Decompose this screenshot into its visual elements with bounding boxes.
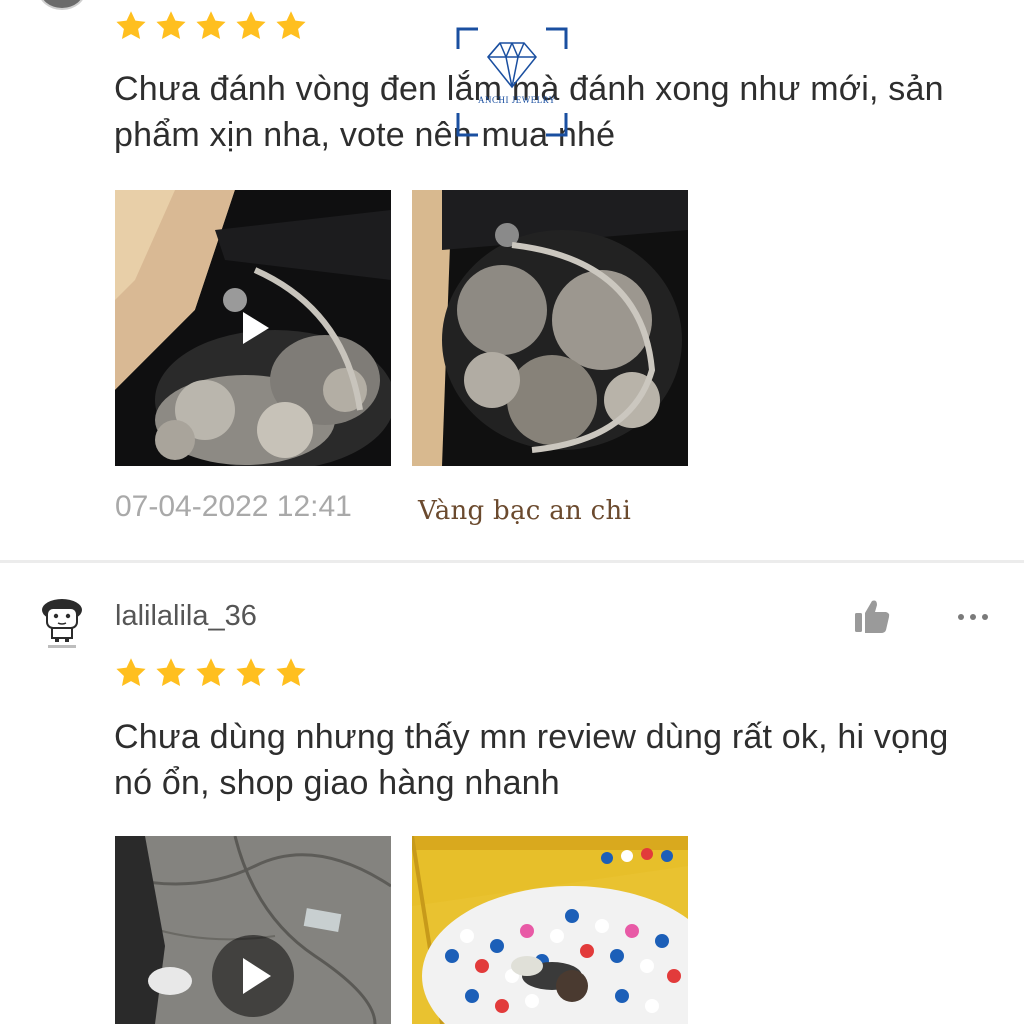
play-icon[interactable]: [211, 934, 295, 1018]
cartoon-avatar-icon: [42, 599, 82, 648]
thumbs-up-icon: [855, 600, 890, 633]
review-image: [412, 190, 688, 466]
review-image-thumbnail[interactable]: [412, 836, 688, 1024]
review-text-line: Chưa dùng nhưng thấy mn review dùng rất …: [114, 718, 949, 756]
reviewer-avatar[interactable]: [38, 0, 86, 10]
reviewer-username[interactable]: lalilalila_36: [115, 600, 257, 633]
star-rating: [114, 656, 308, 690]
more-options-button[interactable]: [955, 604, 991, 630]
star-icon: [196, 11, 226, 40]
star-icon: [116, 658, 146, 687]
star-icon: [156, 11, 186, 40]
star-icon: [236, 658, 266, 687]
like-button[interactable]: [852, 597, 892, 635]
review-video-thumbnail[interactable]: [115, 190, 391, 466]
review-video-thumbnail[interactable]: [115, 836, 391, 1024]
reviewer-avatar[interactable]: [38, 596, 88, 652]
play-icon[interactable]: [233, 308, 273, 348]
review-image: [412, 836, 688, 1024]
star-icon: [276, 11, 306, 40]
star-icon: [236, 11, 266, 40]
star-icon: [196, 658, 226, 687]
diamond-logo-icon: [456, 27, 568, 137]
review-text: Chưa dùng nhưng thấy mn review dùng rất …: [114, 714, 994, 806]
review-timestamp: 07-04-2022 12:41: [115, 490, 352, 523]
star-icon: [116, 11, 146, 40]
brand-logo-watermark: ANCHI JEWELRY: [456, 27, 568, 137]
star-rating: [114, 9, 308, 43]
logo-text: ANCHI JEWELRY: [478, 95, 556, 105]
review-text-line: nó ổn, shop giao hàng nhanh: [114, 764, 560, 802]
star-icon: [156, 658, 186, 687]
review-image-thumbnail[interactable]: [412, 190, 688, 466]
star-icon: [276, 658, 306, 687]
more-options-icon: [958, 614, 988, 620]
review-divider: [0, 560, 1024, 563]
watermark-caption: Vàng bạc an chi: [418, 496, 632, 526]
